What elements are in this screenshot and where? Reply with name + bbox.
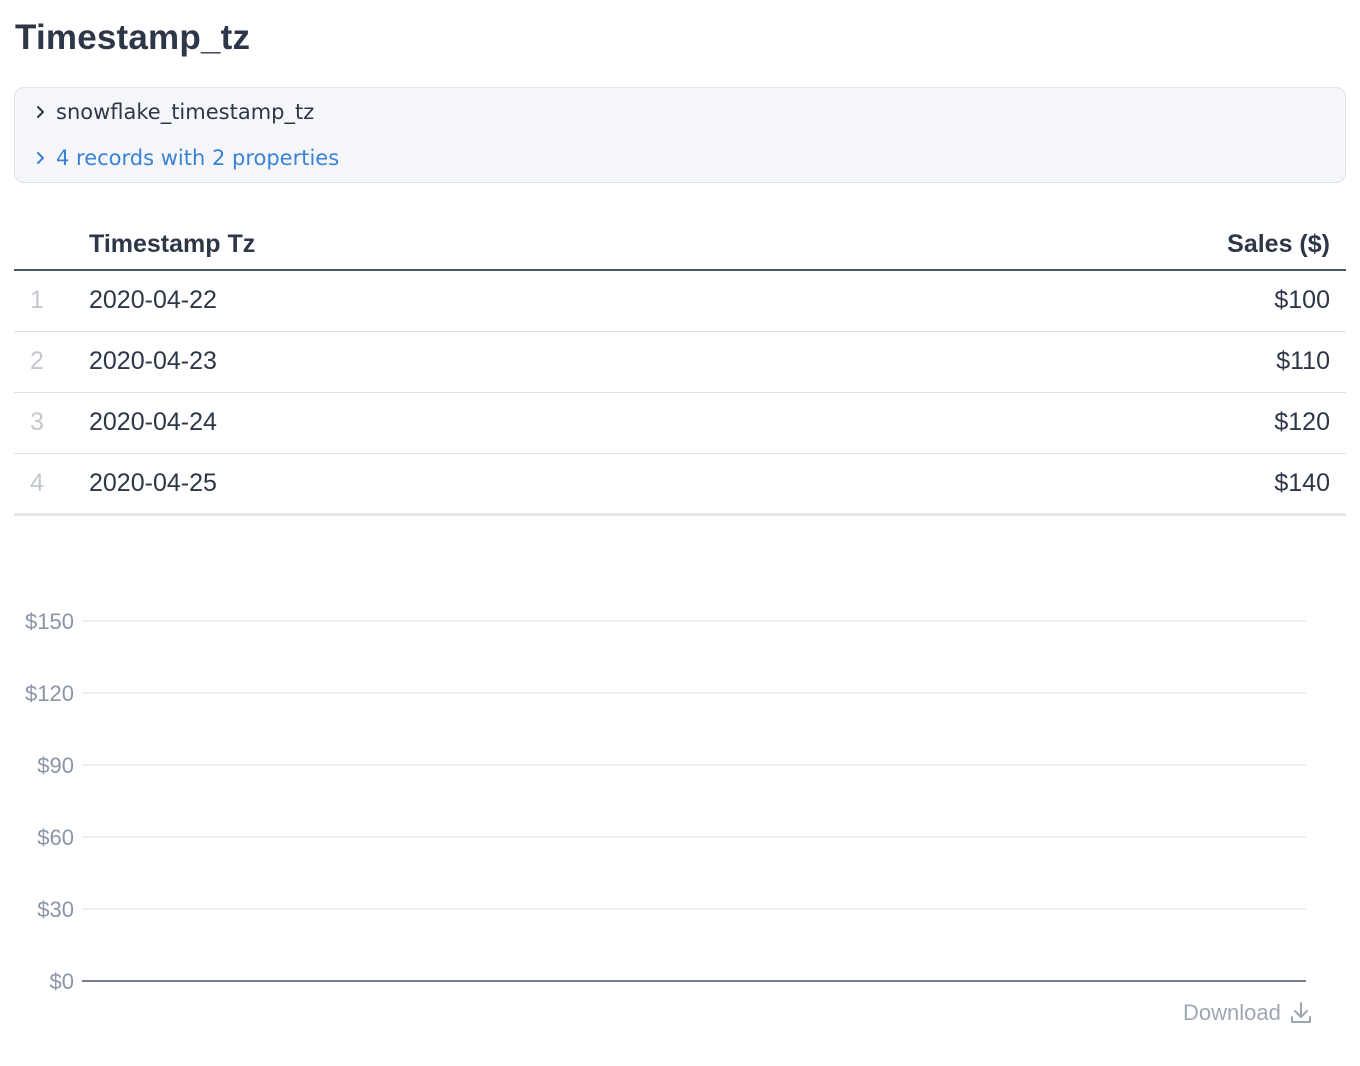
chevron-right-icon (35, 147, 49, 169)
records-summary-toggle[interactable]: 4 records with 2 properties (35, 146, 339, 170)
sales-cell: $140 (822, 453, 1346, 516)
sales-chart: $0 $30 $60 $90 $120 $150 (25, 609, 1306, 994)
page-title: Timestamp_tz (15, 18, 251, 57)
download-button[interactable]: Download (1183, 1000, 1313, 1026)
query-panel: snowflake_timestamp_tz 4 records with 2 … (14, 87, 1346, 183)
table-header-row: Timestamp Tz Sales ($) (14, 219, 1346, 271)
records-summary: 4 records with 2 properties (56, 146, 340, 170)
download-label: Download (1183, 1000, 1281, 1025)
index-column-header (14, 219, 89, 271)
sales-cell: $120 (822, 392, 1346, 454)
timestamp-cell: 2020-04-23 (89, 331, 822, 393)
timestamp-cell: 2020-04-25 (89, 453, 822, 516)
table-row: 1 2020-04-22 $100 (14, 270, 1346, 332)
y-tick-label: $90 (37, 753, 74, 778)
y-tick-label: $120 (25, 681, 74, 706)
table-row: 4 2020-04-25 $140 (14, 453, 1346, 516)
row-index: 2 (14, 331, 89, 393)
query-name-toggle[interactable]: snowflake_timestamp_tz (35, 100, 314, 124)
y-tick-label: $30 (37, 897, 74, 922)
row-index: 1 (14, 270, 89, 332)
y-tick-label: $150 (25, 609, 74, 634)
y-tick-label: $60 (37, 825, 74, 850)
sales-cell: $110 (822, 331, 1346, 393)
sales-cell: $100 (822, 270, 1346, 332)
table-row: 2 2020-04-23 $110 (14, 331, 1346, 393)
timestamp-cell: 2020-04-22 (89, 270, 822, 332)
query-name: snowflake_timestamp_tz (56, 100, 315, 124)
download-icon (1289, 1000, 1313, 1026)
y-tick-label: $0 (50, 969, 74, 994)
row-index: 4 (14, 453, 89, 516)
chevron-right-icon (35, 101, 49, 123)
results-table: Timestamp Tz Sales ($) 1 2020-04-22 $100… (14, 219, 1346, 516)
timestamp-column-header[interactable]: Timestamp Tz (89, 219, 822, 271)
timestamp-cell: 2020-04-24 (89, 392, 822, 454)
row-index: 3 (14, 392, 89, 454)
sales-column-header[interactable]: Sales ($) (822, 219, 1346, 271)
table-row: 3 2020-04-24 $120 (14, 392, 1346, 454)
